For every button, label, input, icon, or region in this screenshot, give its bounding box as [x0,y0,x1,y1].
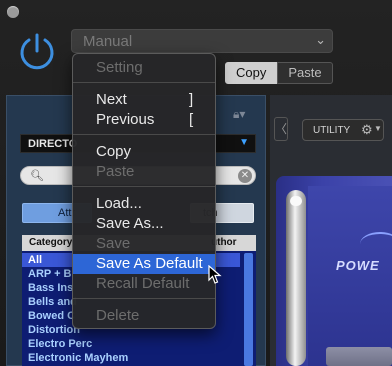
synth-handle [286,190,306,366]
chevron-left-icon[interactable]: 〈 [274,117,288,141]
menu-item-delete: Delete [73,306,215,326]
menu-item-save-as[interactable]: Save As... [73,214,215,234]
copy-button[interactable]: Copy [225,62,278,84]
menu-separator [73,82,215,83]
copy-paste-group: Copy Paste [225,62,333,84]
menu-item-save-as-default[interactable]: Save As Default [73,254,215,274]
menu-item-label: Copy [96,143,132,160]
utility-label: UTILITY [313,125,351,136]
menu-separator [73,186,215,187]
menu-item-label: Save As... [96,215,164,232]
cursor-icon [208,265,222,284]
chevron-down-icon: ⌄ [315,32,326,47]
menu-item-copy[interactable]: Copy [73,142,215,162]
menu-item-paste: Paste [73,162,215,182]
menu-item-label: Save As Default [96,255,203,272]
menu-item-shortcut: [ [189,111,194,128]
synth-faceplate-inner [308,186,392,366]
synth-handle-cap [290,196,302,206]
menu-item-label: Paste [96,163,135,180]
menu-separator [73,134,215,135]
menu-item-label: Save [96,235,131,252]
chevron-down-icon: ▼ [374,124,382,133]
menu-item-label: Load... [96,195,142,212]
clear-icon[interactable]: ✕ [238,169,252,183]
power-icon[interactable] [16,30,58,72]
menu-item-label: Next [96,91,127,108]
preset-name: Manual [83,33,133,50]
synth-logo-swirl [360,232,392,256]
directory-label: DIRECTO [28,138,78,150]
menu-item-load[interactable]: Load... [73,194,215,214]
chevron-down-icon: ▼ [239,137,249,148]
list-item[interactable]: Electronic Mayhem [22,351,240,365]
gear-icon: ⚙ [361,122,373,137]
paste-button[interactable]: Paste [277,62,333,84]
list-scrollbar[interactable] [244,253,253,366]
menu-item-label: Setting [96,59,143,76]
menu-separator [73,298,215,299]
menu-item-label: Recall Default [96,275,190,292]
list-item[interactable]: Electro Perc [22,337,240,351]
window-close-button[interactable] [7,6,19,18]
plugin-window: Manual ⌄ Copy Paste 🔒︎▾ DIRECTO ▼ 🔍︎ ✕ A… [0,0,392,366]
menu-item-label: Previous [96,111,155,128]
menu-item-recall-default: Recall Default [73,274,215,294]
synth-brand-text: POWE [336,258,380,273]
utility-menu-button[interactable]: UTILITY ⚙ ▼ [302,119,384,141]
menu-item-setting: Setting [73,58,215,78]
synth-control[interactable] [326,347,392,366]
menu-item-shortcut: ] [189,91,194,108]
menu-item-save: Save [73,234,215,254]
lock-icon[interactable]: 🔒︎▾ [233,107,245,122]
menu-item-next[interactable]: Next ] [73,90,215,110]
menu-item-label: Delete [96,307,140,324]
search-icon: 🔍︎ [30,170,44,182]
preset-context-menu: Setting Next ] Previous [ Copy Paste Loa… [72,53,216,329]
preset-name-field[interactable]: Manual ⌄ [71,29,333,53]
column-category[interactable]: Category [29,237,72,248]
menu-item-previous[interactable]: Previous [ [73,110,215,130]
